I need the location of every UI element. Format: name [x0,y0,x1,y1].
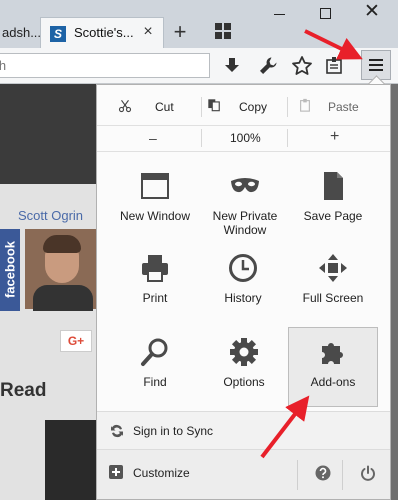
copy-icon [208,99,220,112]
fullscreen-icon [319,254,347,282]
paste-button[interactable]: Paste [328,97,359,117]
history-button[interactable]: History [195,253,291,335]
puzzle-piece-icon [322,343,343,364]
grid-label: Full Screen [302,291,364,305]
customize-footer: Customize [97,450,390,499]
grid-label: History [224,291,262,305]
google-plus-button[interactable]: G+ [60,330,92,352]
tab-previous[interactable]: adsh... [0,17,42,48]
footer-separator [342,460,343,490]
tab-active[interactable]: S Scottie's... × [40,17,164,48]
magnifier-icon [141,338,168,366]
find-button[interactable]: Find [107,337,203,419]
options-button[interactable]: Options [196,337,292,419]
customize-button[interactable]: Customize [133,466,190,480]
window-close-button[interactable]: ✕ [362,2,382,22]
menu-divider [97,151,390,152]
grid-label: Save Page [303,209,363,223]
grid-label: New Private Window [212,209,278,237]
facebook-tab[interactable]: facebook [0,229,20,311]
new-tab-button[interactable]: + [168,20,192,44]
new-window-icon [141,173,169,199]
maximize-button[interactable] [320,8,331,19]
sync-label: Sign in to Sync [133,424,214,438]
firefox-menu-panel: Cut Copy Paste – 100% + New Window New P… [96,84,391,500]
zoom-separator [287,129,288,147]
clock-icon [229,254,257,282]
zoom-out-button[interactable]: – [149,128,157,148]
edit-separator [201,97,202,117]
page-thumbnail [45,420,100,500]
new-private-window-button[interactable]: New Private Window [197,171,293,253]
reading-list-icon[interactable] [322,54,346,78]
add-ons-button[interactable]: Add-ons [288,327,378,407]
print-button[interactable]: Print [107,253,203,335]
page-heading: Read [0,380,47,401]
grid-label: New Window [119,209,191,223]
tab-title: Scottie's... [74,25,134,40]
wrench-icon[interactable] [256,54,280,78]
footer-separator [297,460,298,490]
minimize-button[interactable] [270,6,290,20]
tab-close-icon[interactable]: × [140,24,156,40]
new-window-button[interactable]: New Window [107,171,203,253]
download-icon[interactable] [220,54,244,78]
customize-plus-icon[interactable] [109,465,123,479]
sync-icon [111,424,123,438]
paste-icon [300,98,310,112]
zoom-in-button[interactable]: + [330,127,339,147]
menu-divider [97,125,390,126]
copy-button[interactable]: Copy [239,97,267,117]
cut-button[interactable]: Cut [155,97,174,117]
full-screen-button[interactable]: Full Screen [285,253,381,335]
search-input[interactable] [0,54,205,77]
help-icon[interactable] [315,465,331,481]
tab-groups-icon[interactable] [215,23,231,39]
printer-icon [142,255,168,282]
facebook-label: facebook [2,240,18,299]
author-name[interactable]: Scott Ogrin [18,208,83,223]
zoom-level[interactable]: 100% [230,128,261,148]
author-photo [25,229,100,311]
bookmark-star-icon[interactable] [290,54,314,78]
sign-in-to-sync-button[interactable]: Sign in to Sync [97,412,390,449]
save-page-button[interactable]: Save Page [285,171,381,253]
edit-separator [287,97,288,117]
zoom-separator [201,129,202,147]
scissors-icon [118,99,132,113]
grid-label: Print [142,291,168,305]
search-box[interactable] [0,53,210,78]
grid-label: Add-ons [310,375,356,389]
page-header-image [0,84,100,184]
gear-icon [230,338,258,366]
grid-label: Options [223,375,265,389]
save-page-icon [324,172,343,200]
site-favicon-icon: S [50,26,66,42]
grid-label: Find [143,375,167,389]
power-icon[interactable] [360,465,376,481]
private-mask-icon [231,178,259,193]
